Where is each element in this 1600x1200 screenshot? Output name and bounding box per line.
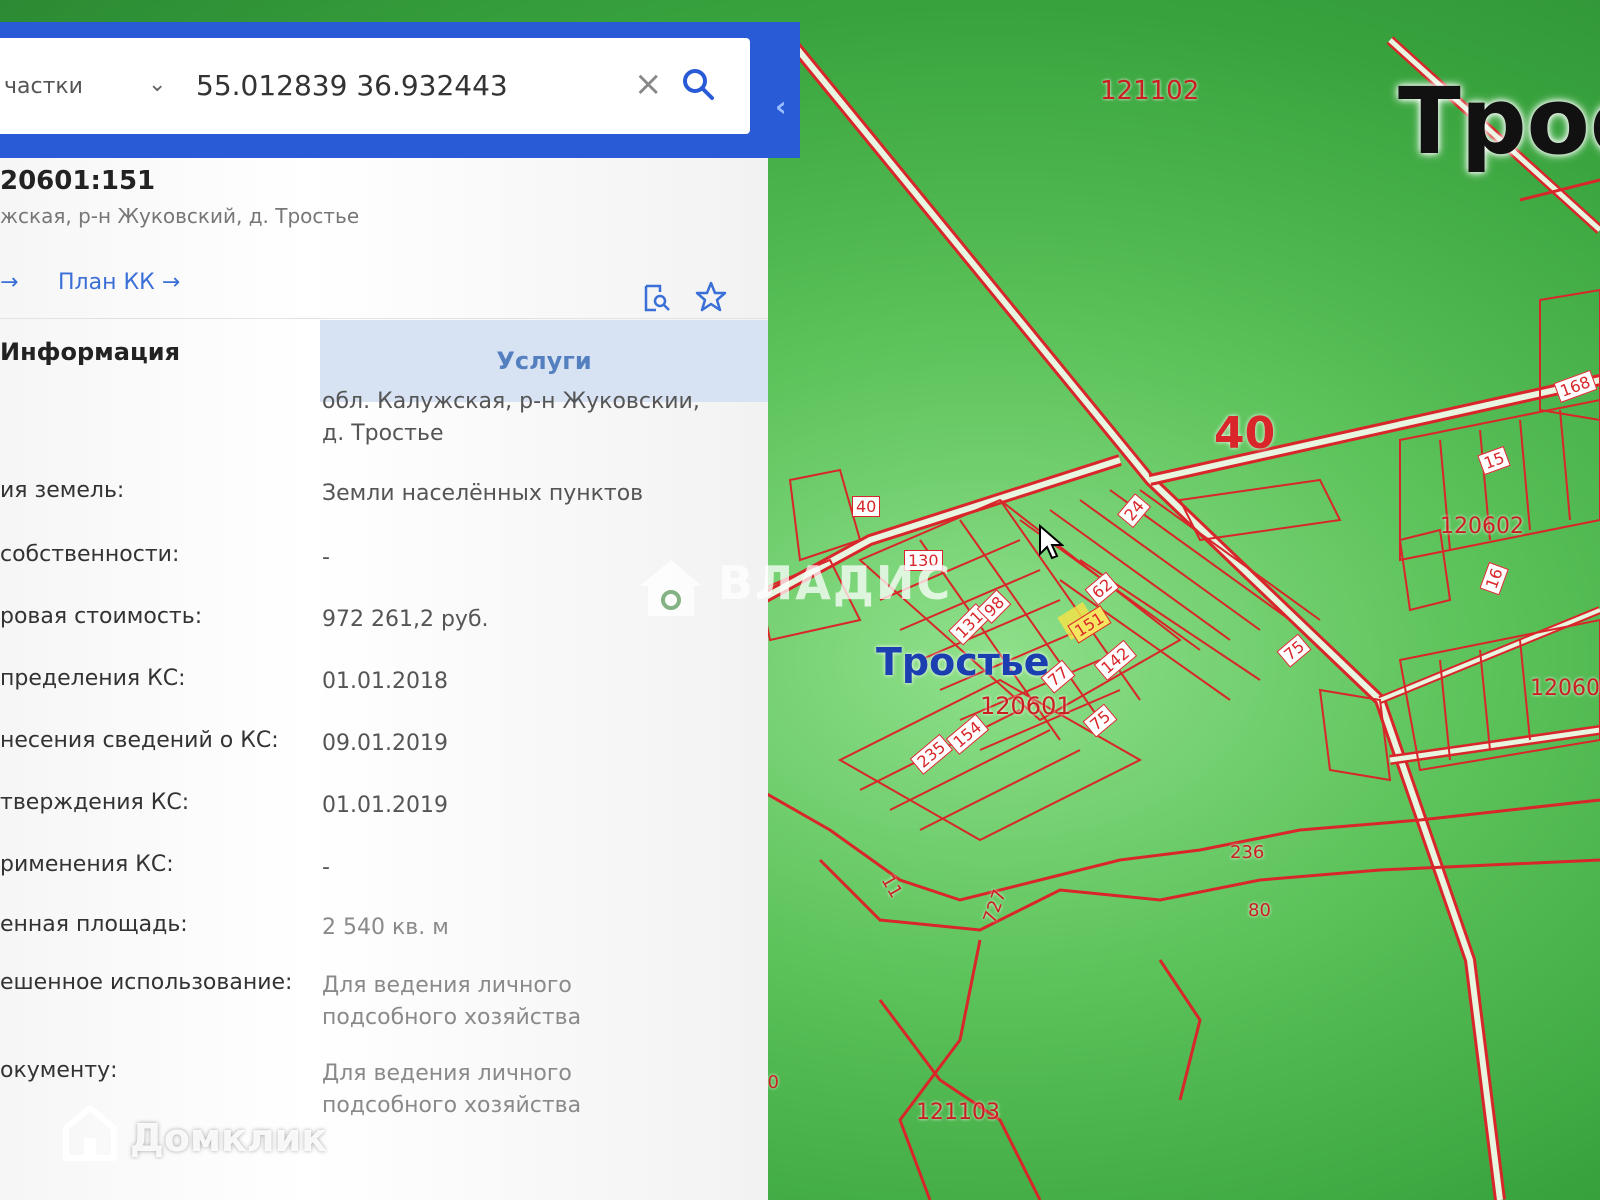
- arrow-link[interactable]: →: [0, 270, 18, 295]
- cadastral-block-label: 12060: [1530, 676, 1600, 701]
- detail-label: собственности:: [0, 542, 180, 567]
- domclick-watermark: Домклик: [130, 1116, 328, 1160]
- cadastral-number: 20601:151: [0, 166, 156, 196]
- parcel-info-panel: 20601:151 жская, р-н Жуковский, д. Трост…: [0, 158, 768, 1200]
- detail-label: ровая стоимость:: [0, 604, 203, 629]
- plot-number[interactable]: 40: [852, 496, 881, 517]
- detail-label: рименения КС:: [0, 852, 174, 877]
- mouse-cursor-icon: [1039, 524, 1064, 560]
- divider: [0, 318, 768, 319]
- plot-number[interactable]: 236: [1230, 842, 1264, 863]
- tab-information[interactable]: Информация: [0, 338, 180, 366]
- detail-value: 01.01.2018: [322, 669, 448, 694]
- detail-value: 09.01.2019: [322, 731, 448, 756]
- star-icon[interactable]: [694, 280, 728, 314]
- zoom-document-icon[interactable]: [640, 282, 672, 314]
- parcel-address: жская, р-н Жуковский, д. Тростье: [0, 204, 360, 228]
- vladis-logo-icon: [640, 560, 702, 616]
- detail-label: ия земель:: [0, 478, 125, 503]
- cadastral-block-label: 121103: [916, 1100, 1000, 1125]
- detail-value: Для ведения личного подсобного хозяйства: [322, 1061, 582, 1118]
- village-label: Тростье: [876, 640, 1050, 684]
- detail-label: несения сведений о КС:: [0, 728, 279, 753]
- detail-value: Земли населённых пунктов: [322, 481, 644, 506]
- detail-value: -: [322, 855, 330, 880]
- search-input[interactable]: [194, 62, 618, 108]
- chevron-down-icon[interactable]: ⌄: [148, 72, 166, 97]
- detail-value: 2 540 кв. м: [322, 915, 449, 940]
- search-bar: частки ⌄ × ‹: [0, 22, 800, 158]
- detail-value: Для ведения личного подсобного хозяйства: [322, 973, 582, 1030]
- detail-value: 01.01.2019: [322, 793, 448, 818]
- detail-label: енная площадь:: [0, 912, 188, 937]
- vladis-watermark: ВЛАДИС: [718, 556, 953, 610]
- detail-label: тверждения КС:: [0, 790, 190, 815]
- detail-label: ешенное использование:: [0, 970, 293, 995]
- search-icon[interactable]: [680, 66, 716, 102]
- detail-label: пределения КС:: [0, 666, 186, 691]
- town-label: Трос: [1398, 68, 1600, 175]
- close-icon[interactable]: ×: [634, 64, 663, 104]
- search-box: частки ⌄ ×: [0, 38, 750, 134]
- detail-label: окументу:: [0, 1058, 118, 1083]
- plot-number[interactable]: 80: [1248, 900, 1271, 921]
- domclick-logo-icon: [63, 1105, 117, 1161]
- road-number-label: 40: [1214, 408, 1276, 459]
- search-type-select[interactable]: частки: [4, 74, 83, 99]
- detail-value: обл. Калужская, р-н Жуковскии, д. Трость…: [322, 389, 700, 446]
- plan-kk-link[interactable]: План КК →: [58, 270, 180, 295]
- chevron-left-icon[interactable]: ‹: [775, 90, 787, 123]
- cadastral-block-label: 120602: [1440, 514, 1524, 539]
- cadastral-block-label: 121102: [1100, 76, 1200, 106]
- cadastral-block-label: 120601: [980, 692, 1072, 720]
